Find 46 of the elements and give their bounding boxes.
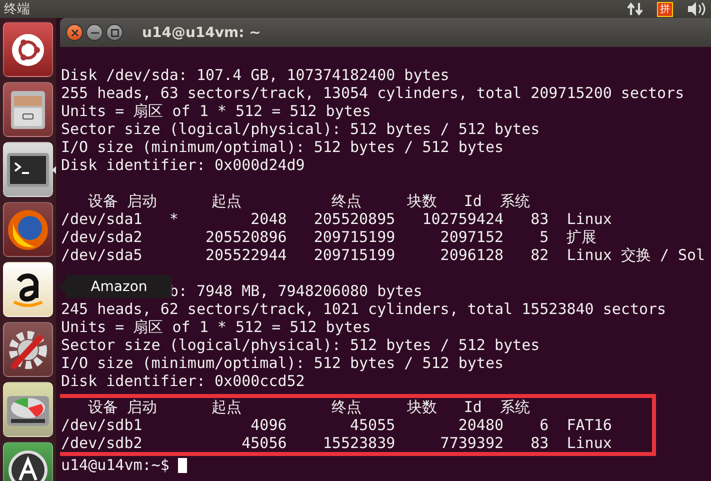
terminal-line: Disk /dev/sda: 107.4 GB, 107374182400 bytes [61, 66, 450, 84]
terminal-line: /dev/sdb2 45056 15523839 7739392 83 Linux [61, 434, 613, 452]
terminal-line: Disk identifier: 0x000ccd52 [61, 372, 306, 390]
terminal-line: /dev/sda1 * 2048 205520895 102759424 83 Linux [61, 210, 613, 228]
text-cursor [178, 458, 188, 472]
launcher-item[interactable] [3, 22, 53, 77]
network-arrows-icon[interactable] [627, 1, 643, 17]
launcher-item[interactable] [3, 262, 53, 317]
terminal-line: 255 heads, 63 sectors/track, 13054 cylinders, total 209715200 sectors [61, 84, 686, 102]
shell-prompt: u14@u14vm:~$ [61, 456, 170, 474]
terminal-line: /dev/sda5 205522944 209715199 2096128 82 Linux 交换 / Sol [61, 246, 706, 264]
close-icon [70, 28, 78, 36]
terminal-line: 245 heads, 62 sectors/track, 1021 cylinders, total 15523840 sectors [61, 300, 668, 318]
close-button[interactable] [66, 24, 83, 41]
launcher-item[interactable] [3, 142, 53, 197]
file-cabinet-icon [9, 90, 47, 130]
maximize-button[interactable] [106, 24, 123, 41]
launcher-item[interactable] [3, 202, 53, 257]
launcher-item[interactable] [3, 382, 53, 437]
terminal-line: 设备 启动 起点 终点 块数 Id 系统 [87, 192, 531, 210]
input-method-indicator[interactable]: 拼 [657, 2, 673, 16]
terminal-line: Units = 扇区 of 1 * 512 = 512 bytes [61, 102, 372, 120]
terminal-line: Sector size (logical/physical): 512 bytes / 512 bytes [61, 120, 541, 138]
circle-of-friends-icon [11, 32, 45, 66]
terminal-line: Units = 扇区 of 1 * 512 = 512 bytes [61, 318, 372, 336]
minimize-icon [90, 32, 98, 34]
terminal-line: Sector size (logical/physical): 512 bytes / 512 bytes [61, 336, 541, 354]
launcher-item[interactable] [3, 442, 53, 481]
maximize-icon [110, 28, 118, 36]
fox-globe-icon [7, 208, 49, 250]
launcher-item[interactable] [3, 82, 53, 137]
terminal-line: 设备 启动 起点 终点 块数 Id 系统 [87, 398, 531, 416]
minimize-button[interactable] [86, 24, 103, 41]
terminal-line: I/O size (minimum/optimal): 512 bytes / 512 bytes [61, 354, 505, 372]
volume-icon[interactable] [687, 1, 707, 17]
terminal-line: /dev/sda2 205520896 209715199 2097152 5 扩展 [61, 228, 598, 246]
terminal-icon [7, 152, 49, 186]
terminal-line: b: 7948 MB, 7948206080 bytes [169, 282, 422, 300]
letter-a-smile-icon [11, 270, 45, 308]
terminal-line: I/O size (minimum/optimal): 512 bytes / 512 bytes [61, 138, 505, 156]
terminal-line: Disk identifier: 0x000d24d9 [61, 156, 306, 174]
launcher-item[interactable] [3, 322, 53, 377]
app-title: 终端 [4, 1, 30, 18]
window-title: u14@u14vm: ~ [142, 24, 261, 40]
launcher-tooltip: Amazon [58, 275, 172, 298]
terminal-line: /dev/sdb1 4096 45055 20480 6 FAT16 [61, 416, 613, 434]
